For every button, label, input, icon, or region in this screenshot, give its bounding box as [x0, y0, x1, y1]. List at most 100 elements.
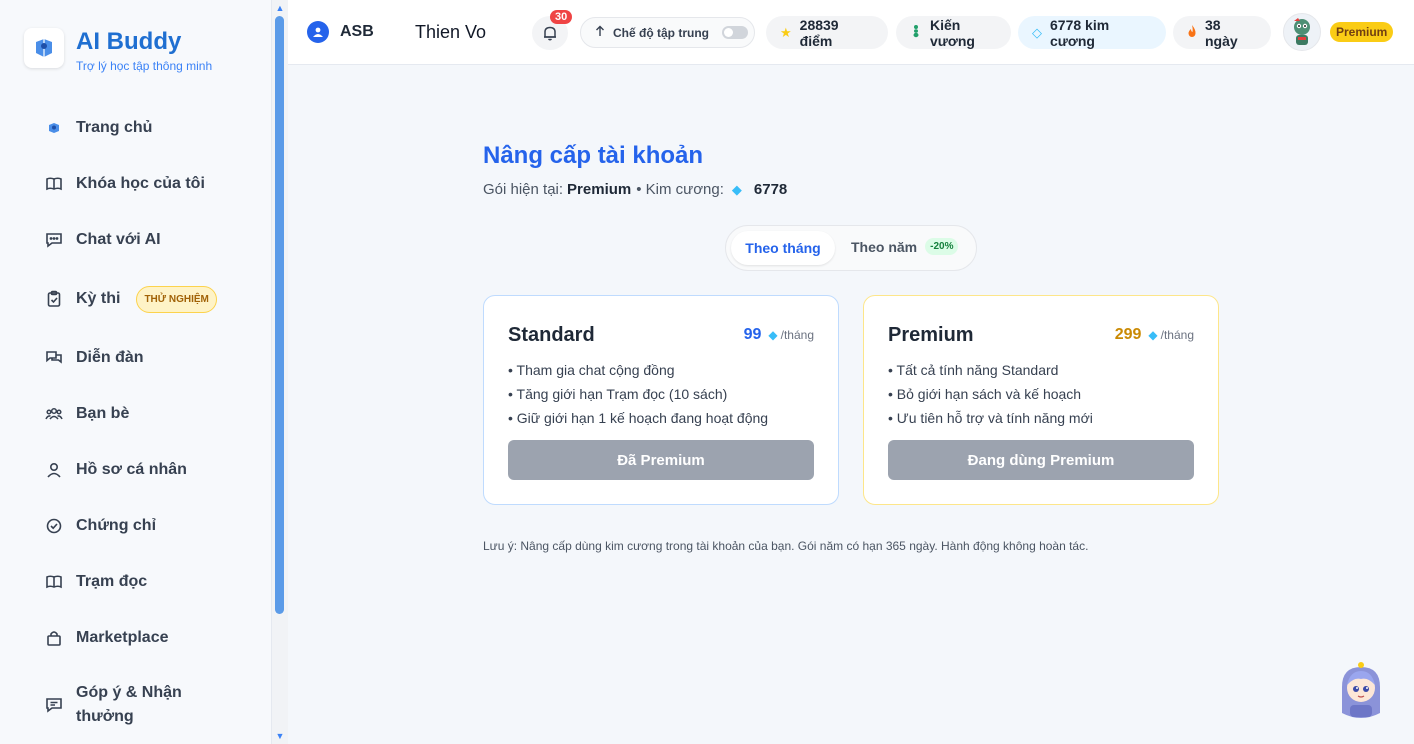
diamond-balance-label: • Kim cương: [636, 181, 724, 198]
feature-item: • Tăng giới hạn Trạm đọc (10 sách) [508, 386, 728, 402]
current-plan-info: Gói hiện tại: Premium • Kim cương: ◆ 677… [483, 181, 787, 198]
points-value: 28839 điểm [799, 16, 839, 49]
feature-item: • Tham gia chat cộng đồng [508, 362, 675, 378]
rank-pill[interactable]: Kiến vương [896, 16, 1011, 49]
points-pill[interactable]: ★ 28839 điểm [766, 16, 888, 49]
sidebar-item-label: Trạm đọc [76, 573, 148, 590]
plan-price-unit: /tháng [1160, 328, 1194, 342]
users-icon [44, 404, 64, 424]
book-icon [44, 572, 64, 592]
diamond-icon: ◇ [1032, 24, 1042, 40]
feedback-icon [44, 695, 64, 715]
clipboard-icon [44, 289, 64, 309]
home-logo-icon [44, 118, 64, 138]
bag-icon [44, 628, 64, 648]
brand-logo-icon [24, 28, 64, 68]
plan-name: Standard [508, 324, 595, 346]
notification-count-badge: 30 [550, 10, 573, 24]
diamond-icon: ◆ [1148, 328, 1158, 342]
plan-card-standard: Standard 99 ◆ /tháng • Tham gia chat cộn… [483, 295, 839, 505]
plan-card-premium: Premium 299 ◆ /tháng • Tất cả tính năng … [863, 295, 1219, 505]
arrow-up-icon [595, 24, 605, 42]
feature-item: • Giữ giới hạn 1 kế hoạch đang hoạt động [508, 410, 769, 426]
sidebar-item-home[interactable]: Trang chủ [44, 113, 152, 143]
feature-item: • Tất cả tính năng Standard [888, 362, 1059, 378]
org-logo-icon[interactable] [307, 21, 329, 43]
feature-item: • Ưu tiên hỗ trợ và tính năng mới [888, 410, 1093, 426]
org-short-name[interactable]: ASB [340, 23, 374, 41]
diamond-balance-value: 6778 [753, 181, 788, 198]
brand-title: AI Buddy [76, 28, 182, 55]
focus-mode-toggle[interactable]: Chế độ tập trung [580, 17, 755, 48]
sidebar-item-label: Chat với AI [76, 231, 161, 248]
diamond-icon: ◆ [768, 328, 778, 342]
top-bar: ASB Thien Vo 30 Chế độ tập trung ★ 28839… [288, 0, 1414, 65]
diamonds-pill[interactable]: ◇ 6778 kim cương [1018, 16, 1166, 49]
current-plan-label: Gói hiện tại: [483, 181, 564, 198]
diamond-icon: ◆ [731, 181, 742, 197]
sidebar-item-label: Góp ý & Nhận thưởng [76, 684, 182, 725]
sidebar-item-feedback[interactable]: Góp ý & Nhận thưởng [44, 679, 206, 731]
sidebar-item-label: Bạn bè [76, 405, 130, 422]
sidebar-item-friends[interactable]: Bạn bè [44, 399, 129, 429]
feature-item: • Bỏ giới hạn sách và kế hoạch [888, 386, 1082, 402]
scrollbar-thumb[interactable] [275, 16, 284, 614]
sidebar-item-my-courses[interactable]: Khóa học của tôi [44, 169, 205, 199]
upgrade-note: Lưu ý: Nâng cấp dùng kim cương trong tài… [483, 539, 1089, 553]
rank-value: Kiến vương [930, 16, 975, 49]
brand[interactable]: AI Buddy Trợ lý học tập thông minh [24, 28, 212, 73]
star-icon: ★ [780, 24, 792, 40]
scroll-down-arrow-icon[interactable]: ▼ [274, 731, 286, 741]
sidebar-item-label: Marketplace [76, 629, 169, 646]
upgrade-page: Nâng cấp tài khoản Gói hiện tại: Premium… [288, 65, 1414, 744]
bell-icon [544, 26, 556, 41]
sidebar-item-marketplace[interactable]: Marketplace [44, 623, 169, 653]
tab-yearly[interactable]: Theo năm -20% [851, 238, 959, 255]
streak-pill[interactable]: 38 ngày [1173, 16, 1271, 49]
tab-yearly-label: Theo năm [851, 238, 918, 255]
scroll-up-arrow-icon[interactable]: ▲ [274, 3, 286, 13]
discount-badge: -20% [925, 238, 959, 255]
standard-plan-button[interactable]: Đã Premium [508, 440, 814, 480]
user-avatar[interactable] [1283, 13, 1321, 51]
sidebar-item-label: Kỳ thi [76, 290, 121, 307]
current-plan-value: Premium [567, 181, 632, 198]
sidebar-item-label: Khóa học của tôi [76, 175, 205, 192]
tab-monthly[interactable]: Theo tháng [731, 231, 835, 265]
sidebar-item-reading-station[interactable]: Trạm đọc [44, 567, 147, 597]
book-icon [44, 174, 64, 194]
sidebar-item-exams[interactable]: Kỳ thi THỬ NGHIỆM [44, 284, 217, 314]
plan-features: • Tham gia chat cộng đồng • Tăng giới hạ… [508, 358, 768, 430]
focus-mode-label: Chế độ tập trung [613, 25, 709, 40]
premium-plan-button[interactable]: Đang dùng Premium [888, 440, 1194, 480]
flame-icon [1187, 24, 1197, 41]
page-title: Nâng cấp tài khoản [483, 142, 704, 169]
sidebar-item-certificates[interactable]: Chứng chỉ [44, 511, 156, 541]
plan-price-unit: /tháng [780, 328, 814, 342]
plan-price: 299 ◆ /tháng [1115, 326, 1194, 344]
sidebar-item-profile[interactable]: Hồ sơ cá nhân [44, 455, 187, 485]
chat-icon [44, 230, 64, 250]
plan-price-value: 99 [743, 326, 762, 343]
assistant-bot-button[interactable] [1336, 661, 1386, 723]
premium-badge: Premium [1330, 22, 1394, 42]
sidebar-item-label: Trang chủ [76, 119, 153, 136]
plan-price-value: 299 [1114, 326, 1142, 343]
plan-features: • Tất cả tính năng Standard • Bỏ giới hạ… [888, 358, 1093, 430]
sidebar-item-chat-ai[interactable]: Chat với AI [44, 225, 161, 255]
focus-mode-switch[interactable] [722, 26, 748, 39]
user-icon [44, 460, 64, 480]
sidebar-item-label: Hồ sơ cá nhân [76, 461, 187, 478]
diamonds-value: 6778 kim cương [1050, 16, 1110, 49]
forum-icon [44, 348, 64, 368]
user-name: Thien Vo [415, 22, 487, 42]
check-circle-icon [44, 516, 64, 536]
plan-price: 99 ◆ /tháng [744, 326, 814, 344]
sidebar: AI Buddy Trợ lý học tập thông minh Trang… [0, 0, 272, 744]
beta-badge: THỬ NGHIỆM [136, 285, 217, 313]
sidebar-item-label: Diễn đàn [76, 349, 144, 366]
streak-value: 38 ngày [1205, 16, 1238, 49]
ant-icon [910, 24, 922, 41]
sidebar-item-forum[interactable]: Diễn đàn [44, 343, 144, 373]
sidebar-item-label: Chứng chỉ [76, 517, 157, 534]
